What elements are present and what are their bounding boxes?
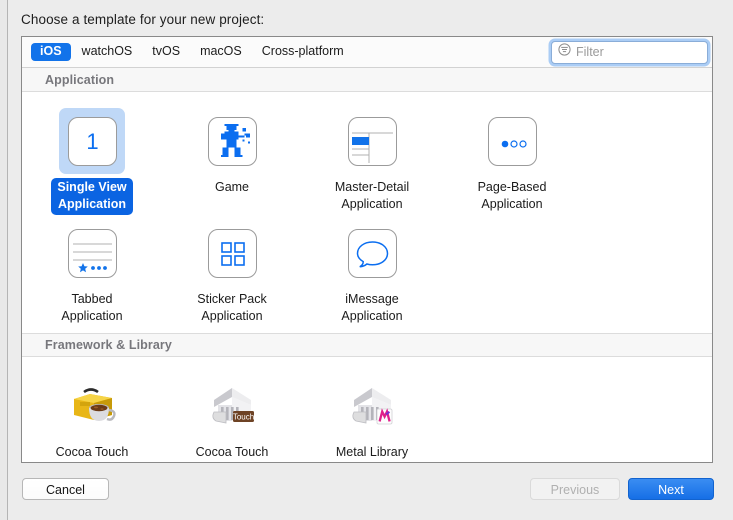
template-label: iMessage Application: [341, 292, 403, 323]
template-label: Tabbed Application: [61, 292, 123, 323]
filter-field[interactable]: [551, 40, 708, 64]
section-header-framework-library: Framework & Library: [22, 333, 712, 357]
template-imessage-application[interactable]: iMessage Application: [302, 215, 442, 327]
template-label: Metal Library: [335, 445, 409, 459]
template-page-based-application[interactable]: Page-Based Application: [442, 103, 582, 215]
tab-cross-platform[interactable]: Cross-platform: [253, 43, 353, 62]
page-based-icon: [487, 116, 537, 166]
toolbox-coffee-icon: [74, 388, 116, 421]
template-cocoa-touch-static-library[interactable]: Touch Cocoa Touch Static Library: [162, 368, 302, 462]
library-temple-touch-icon: Touch: [212, 388, 254, 424]
template-list: Application 1 Single View Application Ga…: [22, 68, 712, 462]
section-title: Application: [45, 72, 115, 87]
application-template-grid: 1 Single View Application Game Master-De…: [22, 92, 712, 333]
imessage-bubble-icon: [347, 228, 397, 278]
template-panel: iOS watchOS tvOS macOS Cross-platform Fi…: [21, 36, 713, 463]
tab-macos[interactable]: macOS: [191, 43, 251, 62]
section-title: Framework & Library: [45, 338, 172, 352]
template-master-detail-application[interactable]: Master-Detail Application: [302, 103, 442, 215]
tab-ios[interactable]: iOS: [31, 42, 71, 62]
svg-text:Touch: Touch: [233, 412, 254, 421]
icon-container: [199, 108, 265, 174]
platform-tabs: iOS watchOS tvOS macOS Cross-platform: [31, 37, 353, 67]
previous-button[interactable]: Previous: [530, 478, 620, 500]
tab-watchos[interactable]: watchOS: [73, 43, 142, 62]
icon-container: Touch: [199, 373, 265, 439]
filter-input[interactable]: [576, 45, 696, 59]
template-label: Master-Detail Application: [334, 180, 410, 211]
tabbed-icon: [67, 228, 117, 278]
sticker-pack-icon: [207, 228, 257, 278]
game-robot-icon: [207, 116, 257, 166]
icon-container: [199, 220, 265, 286]
tab-tvos[interactable]: tvOS: [143, 43, 189, 62]
template-single-view-application[interactable]: 1 Single View Application: [22, 103, 162, 215]
icon-container: [59, 373, 125, 439]
template-cocoa-touch-framework[interactable]: Cocoa Touch Framework: [22, 368, 162, 462]
icon-container: [479, 108, 545, 174]
window-left-edge: [0, 0, 8, 520]
icon-container: [339, 220, 405, 286]
template-label: Page-Based Application: [477, 180, 547, 211]
section-header-application: Application: [22, 68, 712, 92]
page-title: Choose a template for your new project:: [21, 12, 265, 27]
svg-text:1: 1: [86, 129, 98, 154]
icon-container: [339, 373, 405, 439]
template-sticker-pack-application[interactable]: Sticker Pack Application: [162, 215, 302, 327]
master-detail-icon: [347, 116, 397, 166]
dialog-footer: Cancel Previous Next: [0, 470, 733, 520]
template-label: Sticker Pack Application: [197, 292, 267, 323]
framework-library-template-grid: Cocoa Touch Framework: [22, 357, 712, 462]
icon-container: [59, 220, 125, 286]
template-label: Cocoa Touch Framework: [55, 445, 129, 459]
next-button[interactable]: Next: [628, 478, 714, 500]
library-temple-metal-icon: [352, 388, 393, 425]
template-label: Single View Application: [51, 178, 133, 215]
icon-container: 1: [59, 108, 125, 174]
filter-circle-icon: [558, 43, 571, 61]
template-game[interactable]: Game: [162, 103, 302, 215]
single-view-icon: 1: [67, 116, 117, 166]
template-metal-library[interactable]: Metal Library: [302, 368, 442, 462]
template-label: Cocoa Touch Static Library: [195, 445, 269, 459]
cancel-button[interactable]: Cancel: [22, 478, 109, 500]
platform-tab-bar: iOS watchOS tvOS macOS Cross-platform: [22, 37, 712, 68]
template-tabbed-application[interactable]: Tabbed Application: [22, 215, 162, 327]
template-chooser-window: Choose a template for your new project: …: [0, 0, 733, 520]
template-label: Game: [214, 180, 250, 194]
icon-container: [339, 108, 405, 174]
